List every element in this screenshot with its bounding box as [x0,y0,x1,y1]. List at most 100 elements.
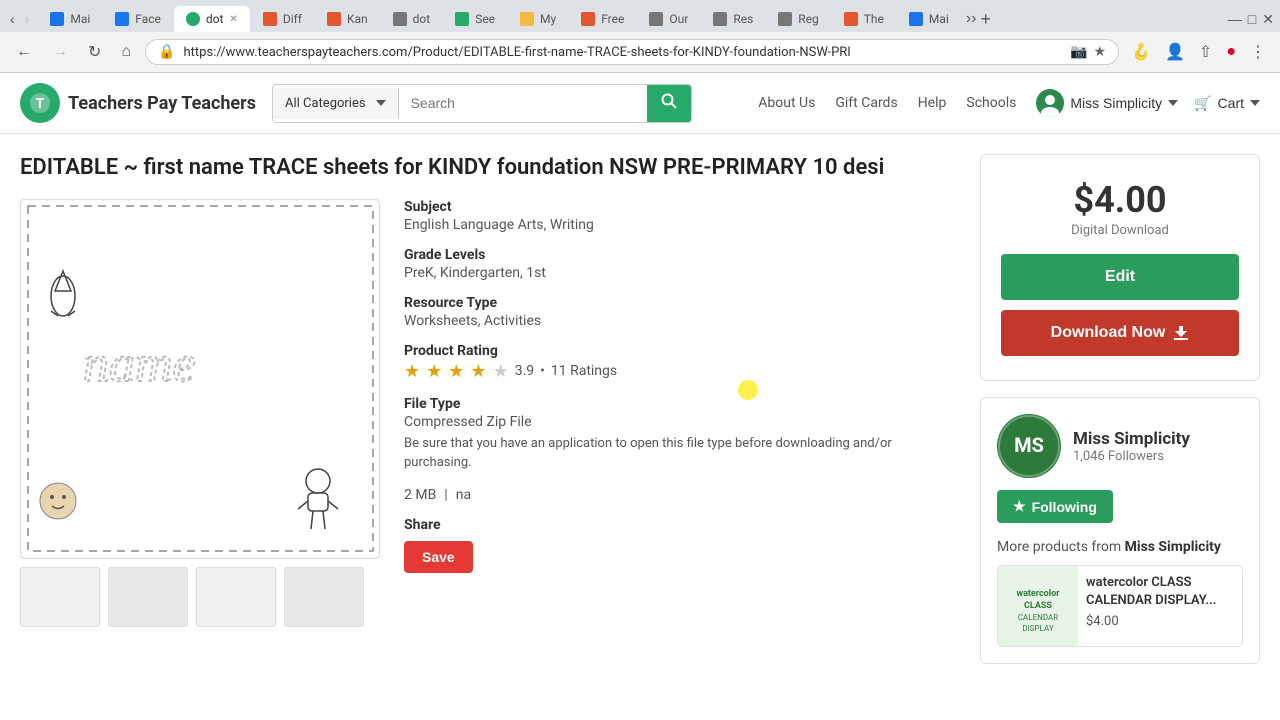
browser-tab-reg[interactable]: Reg [766,6,831,32]
product-price: $4.00 [1001,179,1239,221]
seller-avatar[interactable]: MS [997,414,1061,478]
logo-text: Teachers Pay Teachers [68,93,256,114]
star-5: ★ [493,361,509,382]
address-bar[interactable]: 🔒 https://www.teacherspayteachers.com/Pr… [145,39,1119,65]
following-button[interactable]: ★ Following [997,490,1113,523]
filetype-label: File Type [404,396,956,412]
browser-tab-tpt[interactable]: dot ✕ [174,6,250,32]
nav-about[interactable]: About Us [758,95,815,111]
product-title: EDITABLE ~ first name TRACE sheets for K… [20,154,956,183]
grade-group: Grade Levels PreK, Kindergarten, 1st [404,247,956,281]
product-layout: name [20,199,956,627]
star-1: ★ [404,361,420,382]
related-product-image: watercolor CLASS CALENDAR DISPLAY [998,566,1078,646]
browser-chrome: ‹ › Mai Face dot ✕ Diff Kan dot [0,0,1280,73]
more-label: More products from Miss Simplicity [997,539,1243,555]
svg-text:watercolor: watercolor [1016,589,1060,599]
profile-btn[interactable]: 👤 [1161,38,1189,66]
logo-area[interactable]: T Teachers Pay Teachers [20,83,256,123]
resource-group: Resource Type Worksheets, Activities [404,295,956,329]
subject-group: Subject English Language Arts, Writing [404,199,956,233]
cart-btn[interactable]: 🛒 Cart [1194,95,1260,112]
product-area: EDITABLE ~ first name TRACE sheets for K… [20,154,956,664]
rating-count: 11 Ratings [551,363,617,379]
thumbnail-2[interactable] [108,567,188,627]
browser-tab-free[interactable]: Free [569,6,636,32]
user-menu-btn[interactable]: Miss Simplicity [1036,89,1178,117]
browser-tab-res[interactable]: Res [701,6,765,32]
save-button[interactable]: Save [404,541,473,573]
tab-forward-btn[interactable]: › [21,7,34,31]
window-maximize-btn[interactable]: □ [1248,11,1256,28]
search-input[interactable] [399,87,647,119]
browser-tab-the[interactable]: The [832,6,896,32]
header-left: T Teachers Pay Teachers All Categories [20,83,758,123]
browser-tab-kan[interactable]: Kan [315,6,380,32]
browser-tab-dot2[interactable]: dot [381,6,443,32]
tab-overflow-btn[interactable]: ›› [966,9,977,30]
star-3: ★ [448,361,464,382]
page: T Teachers Pay Teachers All Categories A… [0,73,1280,684]
url-text: https://www.teacherspayteachers.com/Prod… [184,45,1063,60]
browser-tab-see[interactable]: See [443,6,507,32]
window-close-btn[interactable]: ✕ [1262,11,1274,28]
browser-tab-diff[interactable]: Diff [251,6,314,32]
browser-tab-my[interactable]: My [508,6,568,32]
svg-text:CALENDAR: CALENDAR [1018,613,1058,622]
digital-label: Digital Download [1001,223,1239,238]
browser-tab-mail2[interactable]: Mai [897,6,961,32]
filetype-value: Compressed Zip File [404,414,956,430]
nav-schools[interactable]: Schools [966,95,1016,111]
seller-name: Miss Simplicity [1073,429,1190,449]
header-nav: About Us Gift Cards Help Schools [758,95,1016,111]
tab-back-btn[interactable]: ‹ [6,7,19,31]
lock-icon: 🔒 [158,44,175,60]
browser-tab-our[interactable]: Our [637,6,700,32]
product-main-image[interactable]: name [20,199,380,559]
share-btn[interactable]: ⇧ [1195,38,1216,66]
new-tab-btn[interactable]: + [980,9,991,30]
rating-score: 3.9 [515,363,534,379]
search-area: All Categories [272,84,692,123]
home-btn[interactable]: ⌂ [115,39,137,65]
file-separator: | [444,487,447,503]
stars: ★ ★ ★ ★ ★ 3.9 • 11 Ratings [404,361,956,382]
bookmark-icon[interactable]: ★ [1094,44,1107,60]
more-seller-name: Miss Simplicity [1125,539,1221,555]
browser-tab-mail1[interactable]: Mai [38,6,102,32]
rating-group: Product Rating ★ ★ ★ ★ ★ 3.9 • 11 Rating… [404,343,956,382]
related-product-title: watercolor CLASS CALENDAR DISPLAY... [1086,574,1234,610]
download-button[interactable]: Download Now [1001,310,1239,356]
svg-text:name: name [83,336,196,393]
more-products: More products from Miss Simplicity water… [997,539,1243,647]
related-product-info: watercolor CLASS CALENDAR DISPLAY... $4.… [1078,566,1242,646]
related-product-card[interactable]: watercolor CLASS CALENDAR DISPLAY waterc… [997,565,1243,647]
menu-btn[interactable]: ⋮ [1246,38,1270,66]
window-minimize-btn[interactable]: — [1228,11,1242,28]
user-avatar [1036,89,1064,117]
star-4: ★ [470,361,486,382]
filetype-group: File Type Compressed Zip File Be sure th… [404,396,956,473]
pinterest-btn[interactable]: ● [1222,39,1240,65]
svg-text:MS: MS [1014,433,1044,457]
thumbnail-3[interactable] [196,567,276,627]
thumbnail-row [20,567,380,627]
category-dropdown[interactable]: All Categories [273,88,399,119]
search-button[interactable] [647,85,691,122]
download-label: Download Now [1051,324,1166,342]
reload-btn[interactable]: ↻ [82,38,107,66]
extensions-btn[interactable]: 🪝 [1127,38,1155,66]
nav-help[interactable]: Help [918,95,947,111]
back-btn[interactable]: ← [10,39,38,65]
edit-button[interactable]: Edit [1001,254,1239,300]
forward-btn[interactable]: → [46,39,74,65]
thumbnail-1[interactable] [20,567,100,627]
share-label: Share [404,517,956,533]
thumbnail-4[interactable] [284,567,364,627]
svg-text:DISPLAY: DISPLAY [1022,624,1053,633]
resource-label: Resource Type [404,295,956,311]
product-sidebar: $4.00 Digital Download Edit Download Now… [980,154,1260,664]
browser-tab-facebook[interactable]: Face [103,6,173,32]
nav-gift-cards[interactable]: Gift Cards [835,95,897,111]
subject-value: English Language Arts, Writing [404,217,956,233]
